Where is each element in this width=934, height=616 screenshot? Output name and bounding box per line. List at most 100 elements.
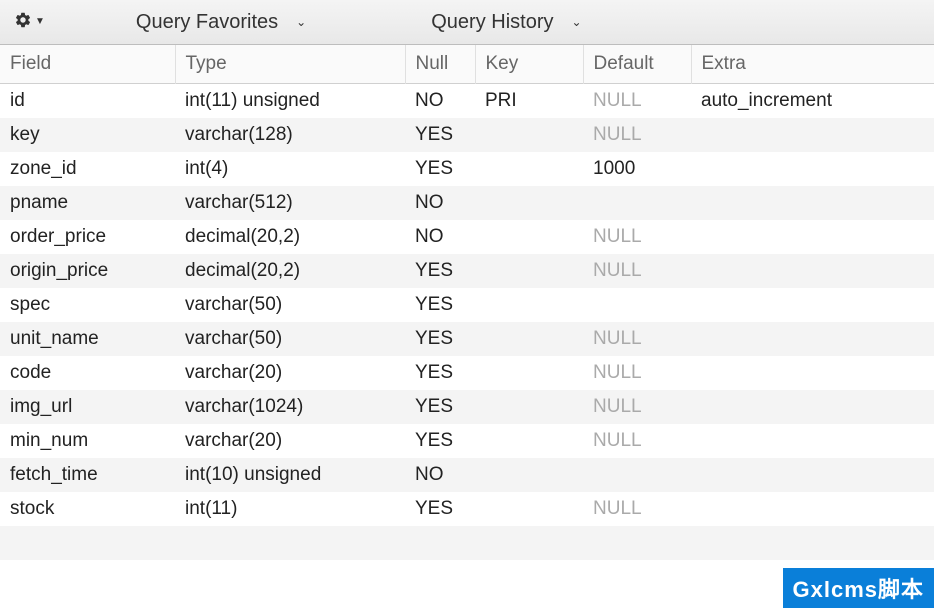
cell-default: NULL bbox=[583, 220, 691, 254]
table-row[interactable]: order_pricedecimal(20,2)NONULL bbox=[0, 220, 934, 254]
table-body: idint(11) unsignedNOPRINULLauto_incremen… bbox=[0, 84, 934, 561]
chevron-down-icon: ▼ bbox=[35, 17, 45, 27]
cell-field: stock bbox=[0, 492, 175, 526]
cell-key bbox=[475, 492, 583, 526]
cell-null: NO bbox=[405, 220, 475, 254]
cell-default: NULL bbox=[583, 390, 691, 424]
toolbar: ▼ Query Favorites ⌄ Query History ⌄ bbox=[0, 0, 934, 45]
cell-field: code bbox=[0, 356, 175, 390]
cell-key bbox=[475, 254, 583, 288]
cell-type: varchar(512) bbox=[175, 186, 405, 220]
cell-field: origin_price bbox=[0, 254, 175, 288]
cell-type: int(11) unsigned bbox=[175, 84, 405, 119]
cell-extra bbox=[691, 492, 934, 526]
cell-key bbox=[475, 356, 583, 390]
cell-key bbox=[475, 390, 583, 424]
cell-null: YES bbox=[405, 492, 475, 526]
query-favorites-dropdown[interactable]: Query Favorites ⌄ bbox=[121, 11, 321, 34]
cell-type: varchar(50) bbox=[175, 288, 405, 322]
cell-null: YES bbox=[405, 118, 475, 152]
cell-null: YES bbox=[405, 424, 475, 458]
cell-null: YES bbox=[405, 356, 475, 390]
table-header-row: Field Type Null Key Default Extra bbox=[0, 45, 934, 84]
cell-key bbox=[475, 322, 583, 356]
cell-default: NULL bbox=[583, 254, 691, 288]
cell-default: NULL bbox=[583, 322, 691, 356]
cell-type: decimal(20,2) bbox=[175, 254, 405, 288]
schema-table: Field Type Null Key Default Extra idint(… bbox=[0, 45, 934, 560]
cell-key: PRI bbox=[475, 84, 583, 119]
cell-type: int(10) unsigned bbox=[175, 458, 405, 492]
cell-null: YES bbox=[405, 152, 475, 186]
cell-type: varchar(1024) bbox=[175, 390, 405, 424]
cell-field: pname bbox=[0, 186, 175, 220]
table-row[interactable]: min_numvarchar(20)YES NULL bbox=[0, 424, 934, 458]
cell-extra bbox=[691, 390, 934, 424]
cell-field: img_url bbox=[0, 390, 175, 424]
cell-key bbox=[475, 458, 583, 492]
cell-type: varchar(20) bbox=[175, 356, 405, 390]
cell-type: int(4) bbox=[175, 152, 405, 186]
column-header-key[interactable]: Key bbox=[475, 45, 583, 84]
table-structure-view: Field Type Null Key Default Extra idint(… bbox=[0, 45, 934, 560]
cell-extra bbox=[691, 458, 934, 492]
table-row[interactable]: pnamevarchar(512)NO bbox=[0, 186, 934, 220]
cell-extra bbox=[691, 288, 934, 322]
cell-extra bbox=[691, 220, 934, 254]
column-header-field[interactable]: Field bbox=[0, 45, 175, 84]
cell-type: varchar(50) bbox=[175, 322, 405, 356]
cell-default: NULL bbox=[583, 356, 691, 390]
table-row[interactable]: fetch_timeint(10) unsignedNO bbox=[0, 458, 934, 492]
cell-extra bbox=[691, 356, 934, 390]
cell-default: NULL bbox=[583, 424, 691, 458]
table-row[interactable]: idint(11) unsignedNOPRINULLauto_incremen… bbox=[0, 84, 934, 119]
cell-null: NO bbox=[405, 84, 475, 119]
column-header-default[interactable]: Default bbox=[583, 45, 691, 84]
cell-key bbox=[475, 424, 583, 458]
table-row-empty bbox=[0, 526, 934, 560]
table-row[interactable]: specvarchar(50)YES bbox=[0, 288, 934, 322]
cell-type: varchar(20) bbox=[175, 424, 405, 458]
cell-key bbox=[475, 186, 583, 220]
cell-key bbox=[475, 118, 583, 152]
table-row[interactable]: keyvarchar(128)YESNULL bbox=[0, 118, 934, 152]
table-row[interactable]: stockint(11)YES NULL bbox=[0, 492, 934, 526]
query-history-label: Query History bbox=[431, 11, 553, 34]
table-row[interactable]: zone_idint(4)YES1000 bbox=[0, 152, 934, 186]
cell-extra bbox=[691, 322, 934, 356]
cell-null: NO bbox=[405, 458, 475, 492]
cell-type: int(11) bbox=[175, 492, 405, 526]
table-row[interactable]: unit_namevarchar(50)YES NULL bbox=[0, 322, 934, 356]
cell-key bbox=[475, 152, 583, 186]
cell-field: min_num bbox=[0, 424, 175, 458]
cell-type: decimal(20,2) bbox=[175, 220, 405, 254]
cell-extra bbox=[691, 424, 934, 458]
cell-field: id bbox=[0, 84, 175, 119]
cell-null: YES bbox=[405, 254, 475, 288]
query-history-dropdown[interactable]: Query History ⌄ bbox=[416, 11, 596, 34]
cell-type: varchar(128) bbox=[175, 118, 405, 152]
gear-icon bbox=[14, 11, 32, 34]
cell-extra bbox=[691, 152, 934, 186]
table-row[interactable]: img_urlvarchar(1024)YESNULL bbox=[0, 390, 934, 424]
cell-field: spec bbox=[0, 288, 175, 322]
cell-default: 1000 bbox=[583, 152, 691, 186]
cell-default: NULL bbox=[583, 492, 691, 526]
settings-menu-button[interactable]: ▼ bbox=[8, 7, 51, 38]
query-favorites-label: Query Favorites bbox=[136, 11, 278, 34]
cell-extra: auto_increment bbox=[691, 84, 934, 119]
table-row[interactable]: codevarchar(20)YES NULL bbox=[0, 356, 934, 390]
column-header-type[interactable]: Type bbox=[175, 45, 405, 84]
cell-default bbox=[583, 288, 691, 322]
column-header-null[interactable]: Null bbox=[405, 45, 475, 84]
column-header-extra[interactable]: Extra bbox=[691, 45, 934, 84]
cell-default: NULL bbox=[583, 118, 691, 152]
cell-null: YES bbox=[405, 322, 475, 356]
table-row[interactable]: origin_pricedecimal(20,2)YES NULL bbox=[0, 254, 934, 288]
chevron-down-icon: ⌄ bbox=[571, 15, 581, 29]
chevron-down-icon: ⌄ bbox=[296, 15, 306, 29]
cell-null: YES bbox=[405, 288, 475, 322]
cell-field: unit_name bbox=[0, 322, 175, 356]
cell-key bbox=[475, 288, 583, 322]
cell-null: NO bbox=[405, 186, 475, 220]
